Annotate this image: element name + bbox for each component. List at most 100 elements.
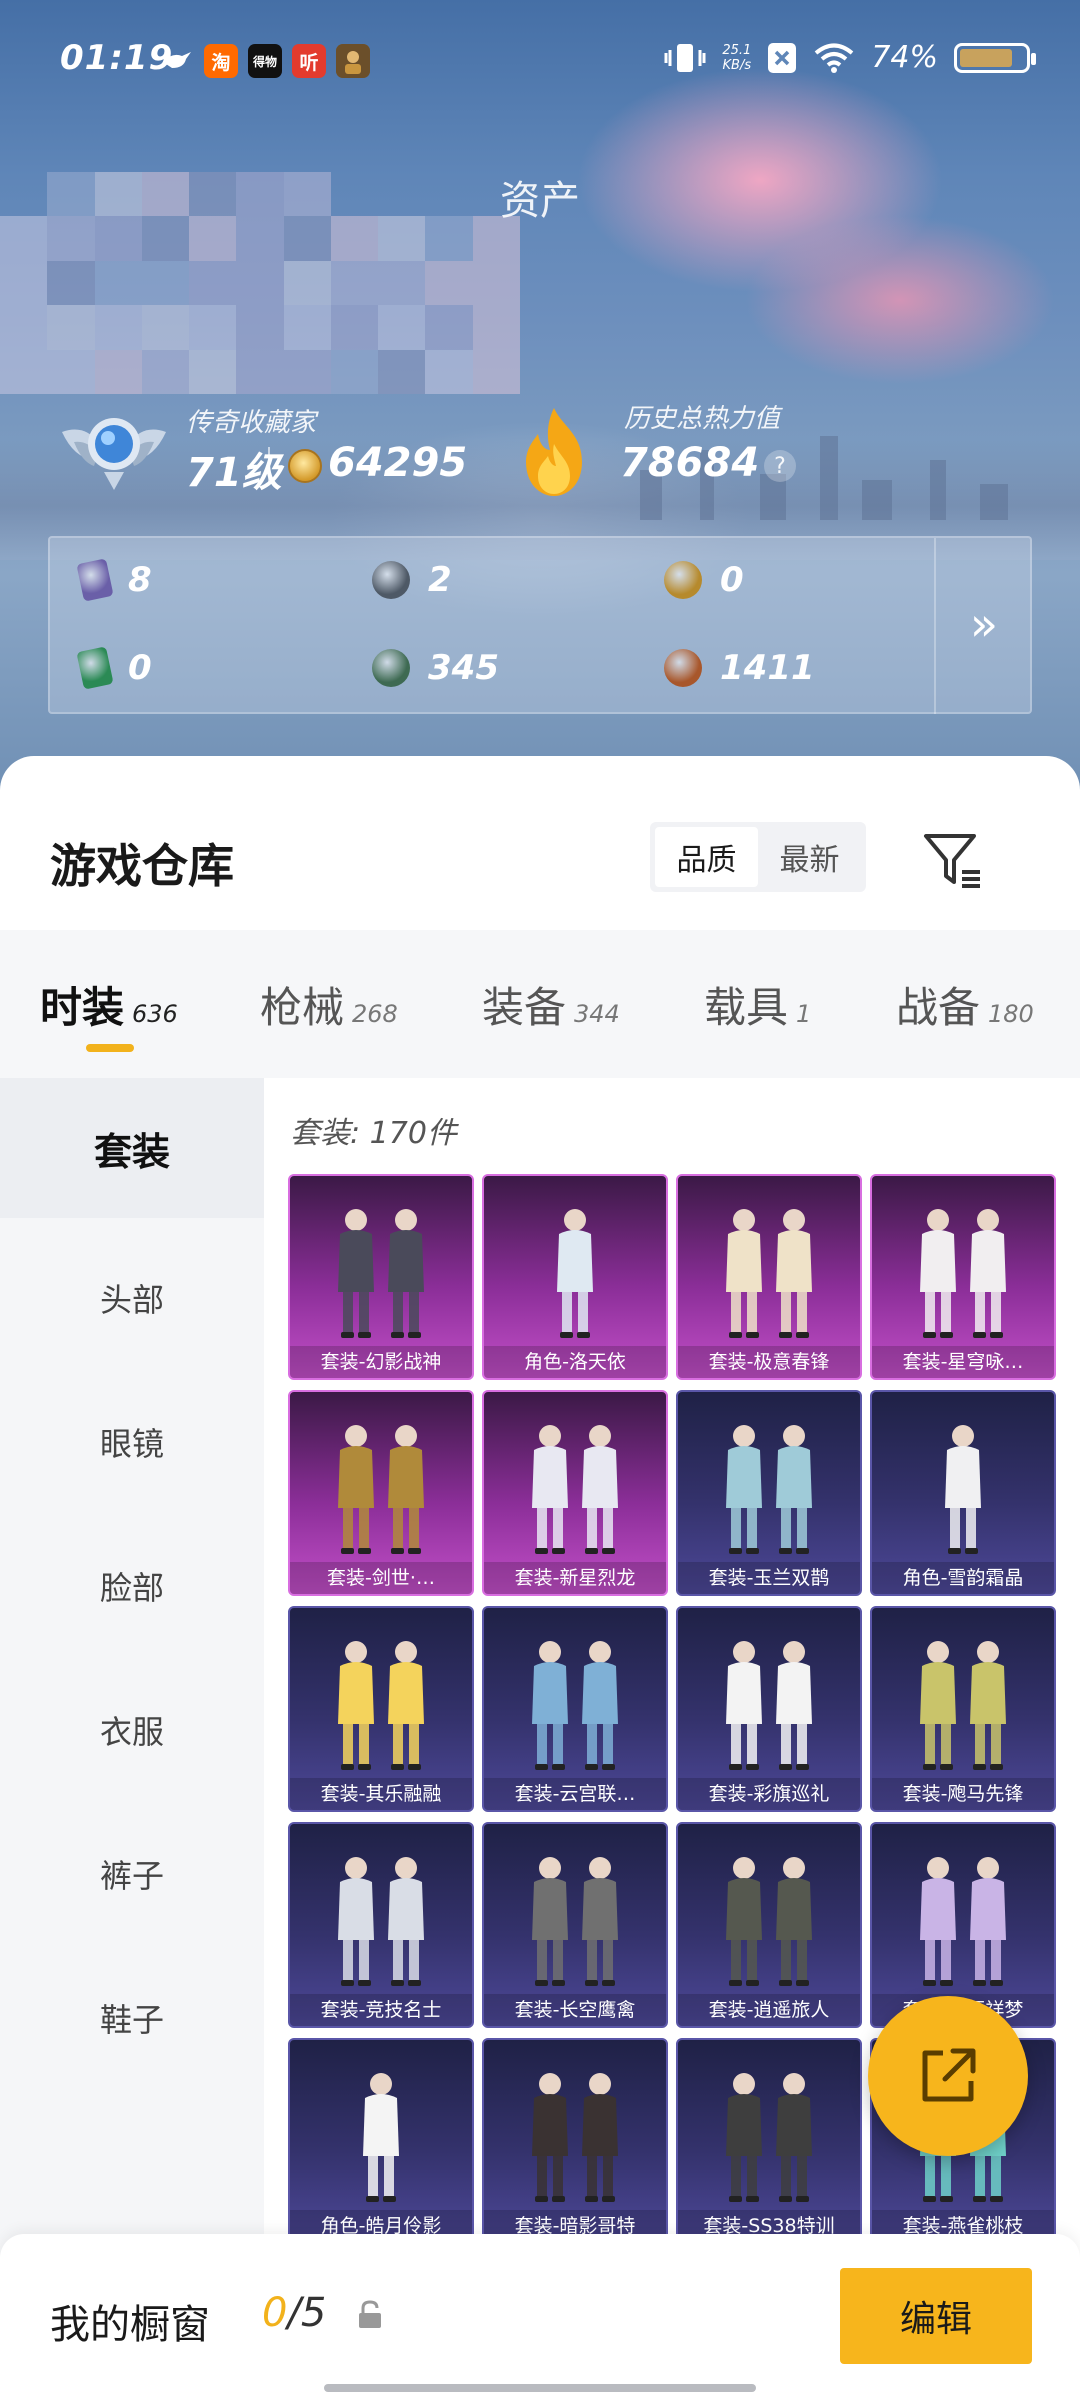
outfit-name: 套装-玉兰双鹊	[678, 1562, 860, 1594]
outfit-figure-icon	[920, 1641, 1006, 1770]
outfit-card[interactable]: 角色-皓月伶影	[288, 2038, 474, 2244]
system-indicators: 25.1 KB/s 74%	[664, 40, 1036, 75]
tab-label: 载具	[704, 983, 789, 1032]
subcategory-sidebar: 套装 头部 眼镜 脸部 衣服 裤子 鞋子	[0, 1078, 264, 2400]
outfit-card[interactable]: 套装-彩旗巡礼	[676, 1606, 862, 1812]
outfit-card[interactable]: 套装-飑马先锋	[870, 1606, 1056, 1812]
app-label: 淘	[211, 51, 231, 74]
green-card-icon	[76, 646, 114, 690]
outfit-card[interactable]: 套装-其乐融融	[288, 1606, 474, 1812]
outfit-card[interactable]: 套装-星穹咏…	[870, 1174, 1056, 1380]
outfit-card[interactable]: 角色-雪韵霜晶	[870, 1390, 1056, 1596]
mosaic-block	[0, 216, 48, 261]
tab-vehicles[interactable]: 载具 1	[704, 974, 811, 1035]
sidebar-item-suits[interactable]: 套装	[0, 1078, 264, 1218]
showcase-current: 0	[262, 2290, 288, 2336]
tab-count: 1	[796, 1000, 812, 1028]
mosaic-block	[378, 172, 425, 216]
mosaic-block	[141, 172, 190, 217]
resource-value: 8	[128, 560, 152, 600]
outfit-card[interactable]: 角色-洛天依	[482, 1174, 668, 1380]
outfit-card[interactable]: 套装-逍遥旅人	[676, 1822, 862, 2028]
showcase-label: 我的橱窗	[50, 2302, 210, 2348]
mosaic-block	[94, 172, 142, 217]
outfit-figure-icon	[726, 1209, 812, 1338]
outfit-figure-icon	[532, 1857, 618, 1986]
outfit-figure-icon	[532, 1641, 618, 1770]
mosaic-block	[94, 349, 142, 394]
heat-label: 历史总热力值	[624, 404, 781, 434]
tab-fashion[interactable]: 时装 636	[40, 974, 178, 1035]
outfit-figure-icon	[338, 1857, 424, 1986]
resource-item: 8	[76, 558, 152, 602]
outfit-name: 角色-洛天依	[484, 1346, 666, 1378]
mosaic-block	[141, 216, 190, 261]
sidebar-item-clothes[interactable]: 衣服	[0, 1660, 264, 1800]
home-indicator[interactable]	[324, 2384, 756, 2392]
mosaic-block	[330, 216, 379, 261]
outfit-name: 套装-长空鹰禽	[484, 1994, 666, 2026]
mosaic-block	[47, 305, 95, 350]
outfit-card[interactable]: 套装-幻影战神	[288, 1174, 474, 1380]
resource-value: 0	[128, 648, 152, 688]
resource-item: 2	[372, 560, 452, 600]
share-button[interactable]	[868, 1996, 1028, 2156]
outfit-card[interactable]: 套装-新星烈龙	[482, 1390, 668, 1596]
help-icon[interactable]: ?	[764, 450, 796, 482]
sort-quality-button[interactable]: 品质	[655, 827, 758, 887]
tab-supplies[interactable]: 战备 180	[896, 974, 1034, 1035]
sidebar-item-shoes[interactable]: 鞋子	[0, 1948, 264, 2088]
outfit-card[interactable]: 套装-长空鹰禽	[482, 1822, 668, 2028]
outfit-name: 套装-彩旗巡礼	[678, 1778, 860, 1810]
edit-button[interactable]: 编辑	[840, 2268, 1032, 2364]
mosaic-block	[283, 172, 331, 217]
outfit-name: 套装-云宫联…	[484, 1778, 666, 1810]
outfit-card[interactable]: 套装-竞技名士	[288, 1822, 474, 2028]
heat-value: 78684	[620, 440, 760, 486]
outfit-card[interactable]: 套装-剑世·…	[288, 1390, 474, 1596]
outfit-figure-icon	[338, 1641, 424, 1770]
tab-guns[interactable]: 枪械 268	[260, 974, 398, 1035]
expand-resources-button[interactable]: »	[954, 594, 1014, 654]
mosaic-block	[236, 260, 284, 306]
outfit-card[interactable]: 套装-暗影哥特	[482, 2038, 668, 2244]
tab-count: 268	[352, 1000, 398, 1028]
outfit-card[interactable]: 套装-SS38特训	[676, 2038, 862, 2244]
filter-icon[interactable]	[920, 828, 984, 892]
outfit-card[interactable]: 套装-云宫联…	[482, 1606, 668, 1812]
mosaic-block	[378, 305, 426, 350]
sidebar-item-face[interactable]: 脸部	[0, 1516, 264, 1656]
mosaic-block	[283, 260, 331, 306]
mosaic-block	[0, 260, 48, 306]
tab-equipment[interactable]: 装备 344	[482, 974, 620, 1035]
outfit-card[interactable]: 套装-玉兰双鹊	[676, 1390, 862, 1596]
sidebar-item-head[interactable]: 头部	[0, 1228, 264, 1368]
sort-latest-button[interactable]: 最新	[758, 827, 861, 887]
tab-count: 180	[988, 1000, 1034, 1028]
battery-icon	[954, 42, 1036, 73]
mosaic-block	[94, 305, 142, 350]
mosaic-block	[0, 305, 48, 350]
outfit-card[interactable]: 套装-极意春锋	[676, 1174, 862, 1380]
outfit-figure-icon	[557, 1209, 593, 1338]
mosaic-block	[189, 305, 237, 350]
mosaic-block	[283, 349, 331, 394]
sort-toggle: 品质 最新	[650, 822, 866, 892]
mosaic-block	[378, 216, 426, 261]
sidebar-item-glasses[interactable]: 眼镜	[0, 1372, 264, 1512]
game-icon	[336, 44, 370, 78]
outfit-name: 套装-竞技名士	[290, 1994, 472, 2026]
outfit-name: 套装-新星烈龙	[484, 1562, 666, 1594]
gold-token-icon	[664, 561, 702, 599]
mosaic-block	[378, 349, 426, 394]
mosaic-block	[425, 216, 473, 261]
taobao-icon: 淘	[204, 44, 238, 78]
showcase-count: 0/5	[262, 2290, 326, 2336]
app-label: 得物	[252, 54, 277, 69]
mosaic-block	[330, 260, 379, 306]
outfit-name: 套装-飑马先锋	[872, 1778, 1054, 1810]
sidebar-item-pants[interactable]: 裤子	[0, 1804, 264, 1944]
mosaic-block	[425, 305, 473, 350]
battery-percent: 74%	[871, 40, 938, 75]
mosaic-block	[47, 349, 95, 394]
